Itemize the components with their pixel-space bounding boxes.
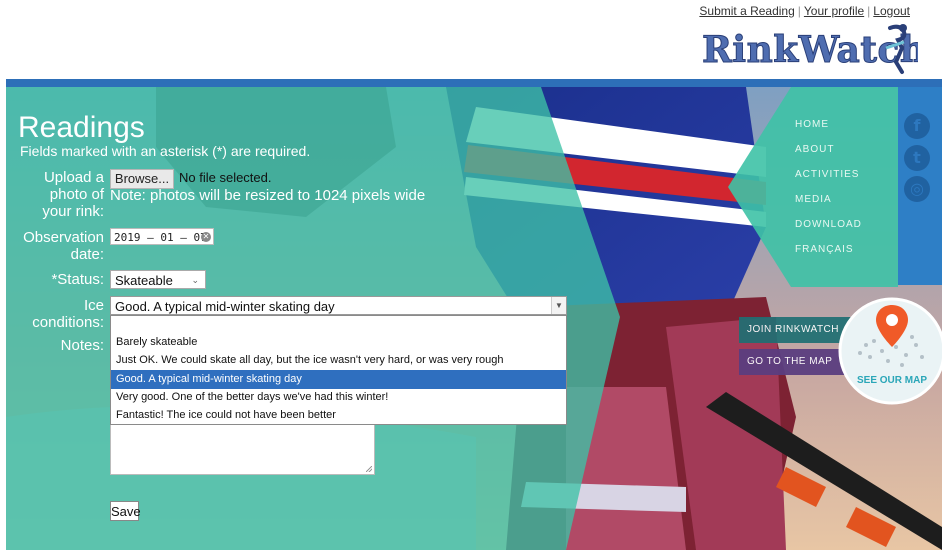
- ice-label-line: Ice: [83, 297, 104, 314]
- observation-label-line: date:: [70, 246, 104, 263]
- status-value: Skateable: [115, 273, 173, 288]
- see-our-map-label: SEE OUR MAP: [857, 375, 927, 386]
- no-file-text: No file selected.: [179, 170, 272, 185]
- upload-label: Upload a photo of your rink:: [28, 169, 104, 220]
- dropdown-option[interactable]: Barely skateable: [111, 333, 566, 352]
- rinkwatch-logo[interactable]: RinkWatch: [698, 22, 927, 76]
- ice-conditions-label: Ice conditions:: [12, 297, 104, 331]
- link-separator: |: [867, 4, 871, 18]
- submit-reading-link[interactable]: Submit a Reading: [699, 4, 794, 18]
- logo-text: RinkWatch: [702, 29, 918, 71]
- chevron-down-icon: ⌄: [191, 275, 199, 285]
- nav-home[interactable]: HOME: [795, 119, 829, 130]
- nav-download[interactable]: DOWNLOAD: [795, 219, 862, 230]
- nav-media[interactable]: MEDIA: [795, 194, 832, 205]
- browse-button[interactable]: Browse...: [110, 169, 174, 189]
- upload-resize-note: Note: photos will be resized to 1024 pix…: [110, 187, 426, 204]
- instagram-icon[interactable]: ◎: [904, 176, 930, 202]
- notes-textarea[interactable]: [110, 425, 375, 475]
- ice-conditions-value: Good. A typical mid-winter skating day: [115, 299, 335, 314]
- save-button[interactable]: Save: [110, 501, 141, 521]
- date-value: 2019 – 01 – 07: [114, 231, 207, 244]
- see-our-map-badge[interactable]: SEE OUR MAP: [836, 295, 942, 407]
- status-select[interactable]: Skateable ⌄: [110, 270, 206, 289]
- observation-date-label: Observation date:: [12, 229, 104, 263]
- your-profile-link[interactable]: Your profile: [804, 4, 864, 18]
- clear-date-icon[interactable]: ✕: [201, 232, 211, 242]
- required-fields-note: Fields marked with an asterisk (*) are r…: [20, 143, 311, 159]
- logout-link[interactable]: Logout: [873, 4, 910, 18]
- hero-section: Readings Fields marked with an asterisk …: [6, 87, 942, 550]
- notes-label: Notes:: [60, 337, 104, 354]
- status-label: *Status:: [51, 271, 104, 288]
- facebook-icon[interactable]: f: [904, 113, 930, 139]
- ice-conditions-select[interactable]: Good. A typical mid-winter skating day ▼: [110, 296, 567, 315]
- dropdown-option[interactable]: Just OK. We could skate all day, but the…: [111, 351, 566, 370]
- page-title: Readings: [18, 111, 145, 144]
- ice-conditions-dropdown[interactable]: Barely skateable Just OK. We could skate…: [110, 315, 567, 425]
- ice-label-line: conditions:: [32, 314, 104, 331]
- twitter-icon[interactable]: t: [904, 145, 930, 171]
- upload-label-line: photo of: [49, 186, 104, 203]
- top-color-bar: [6, 79, 942, 87]
- dropdown-option[interactable]: Very good. One of the better days we've …: [111, 388, 566, 407]
- upload-label-line: Upload a: [43, 169, 104, 186]
- nav-francais[interactable]: FRANÇAIS: [795, 244, 854, 255]
- chevron-down-icon[interactable]: ▼: [551, 297, 566, 314]
- observation-label-line: Observation: [23, 229, 104, 246]
- dropdown-option-selected[interactable]: Good. A typical mid-winter skating day: [111, 370, 566, 389]
- nav-activities[interactable]: ACTIVITIES: [795, 169, 859, 180]
- observation-date-input[interactable]: 2019 – 01 – 07 ✕: [110, 228, 214, 245]
- resize-grip-icon[interactable]: [366, 466, 372, 472]
- nav-about[interactable]: ABOUT: [795, 144, 834, 155]
- link-separator: |: [797, 4, 801, 18]
- dropdown-option[interactable]: Fantastic! The ice could not have been b…: [111, 406, 566, 425]
- upload-label-line: your rink:: [42, 203, 104, 220]
- top-links: Submit a Reading | Your profile | Logout: [699, 4, 910, 18]
